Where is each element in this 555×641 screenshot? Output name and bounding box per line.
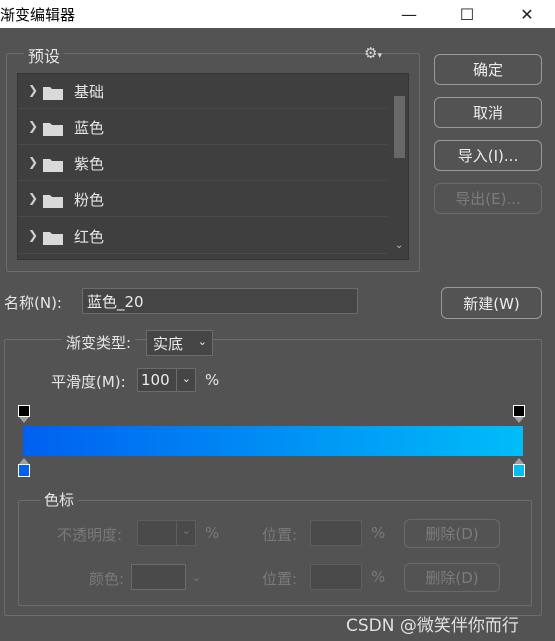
chevron-right-icon[interactable]: ❯ [28, 119, 38, 133]
preset-item-blue[interactable]: ❯ 蓝色 [18, 110, 387, 145]
name-input[interactable]: 蓝色_20 [82, 288, 358, 314]
import-button[interactable]: 导入(I)... [434, 140, 542, 171]
preset-item-label: 紫色 [74, 155, 105, 173]
gear-icon: ⚙ [364, 44, 378, 62]
folder-icon [43, 159, 63, 172]
chevron-down-icon[interactable]: ⌄ [182, 372, 191, 385]
color-position-unit: % [371, 568, 386, 586]
folder-icon [43, 195, 63, 208]
preset-item-pink[interactable]: ❯ 粉色 [18, 182, 387, 217]
smoothness-unit: % [205, 371, 220, 389]
smoothness-label: 平滑度(M): [51, 373, 126, 391]
presets-list: ❯ 基础 ❯ 蓝色 ❯ 紫色 ❯ 粉色 ❯ 红色 ⌄ [17, 73, 409, 260]
gradient-type-select[interactable]: 实底 ⌄ [146, 330, 213, 356]
opacity-unit: % [205, 524, 220, 542]
opacity-label: 不透明度: [57, 526, 123, 544]
close-button[interactable]: ✕ [504, 0, 550, 28]
close-icon: ✕ [520, 4, 534, 24]
export-button: 导出(E)... [434, 183, 542, 214]
color-stop-right[interactable] [513, 464, 525, 477]
window-title: 渐变编辑器 [0, 6, 76, 24]
opacity-stop-right[interactable] [513, 405, 525, 417]
preset-item-label: 粉色 [74, 191, 105, 209]
color-position-label: 位置: [262, 570, 298, 588]
delete-color-stop-button: 删除(D) [404, 563, 500, 592]
chevron-right-icon[interactable]: ❯ [28, 228, 38, 242]
chevron-down-icon: ⌄ [192, 571, 202, 584]
folder-icon [43, 232, 63, 245]
opacity-stop-left[interactable] [18, 405, 30, 417]
color-swatch [131, 564, 186, 590]
color-stop-left[interactable] [18, 464, 30, 477]
chevron-right-icon[interactable]: ❯ [28, 155, 38, 169]
preset-item-purple[interactable]: ❯ 紫色 [18, 146, 387, 181]
watermark: CSDN @微笑伴你而行 [346, 616, 519, 636]
chevron-down-icon: ⌄ [197, 335, 207, 348]
preset-item-label: 基础 [74, 83, 105, 101]
color-label: 颜色: [89, 570, 125, 588]
name-label: 名称(N): [4, 294, 62, 312]
opacity-stop-pointer [19, 417, 29, 423]
minimize-icon: — [401, 4, 417, 24]
gradient-type-label: 渐变类型: [62, 332, 136, 353]
chevron-right-icon[interactable]: ❯ [28, 191, 38, 205]
smoothness-input[interactable]: 100 ⌄ [137, 368, 196, 392]
new-button[interactable]: 新建(W) [441, 287, 542, 319]
color-position-input [310, 564, 362, 590]
chevron-down-icon: ⌄ [181, 524, 191, 537]
scroll-down-icon[interactable]: ⌄ [395, 240, 403, 251]
gradient-type-value: 实底 [153, 334, 184, 353]
opacity-stop-pointer [514, 417, 524, 423]
opacity-position-input [310, 520, 362, 546]
position-unit: % [371, 524, 386, 542]
preset-item-label: 蓝色 [74, 119, 105, 137]
preset-item-red[interactable]: ❯ 红色 [18, 219, 387, 254]
folder-icon [43, 123, 63, 136]
presets-legend: 预设 [24, 43, 65, 67]
minimize-button[interactable]: — [386, 0, 432, 28]
gradient-preview-bar[interactable] [23, 426, 523, 456]
chevron-right-icon[interactable]: ❯ [28, 83, 38, 97]
delete-opacity-stop-button: 删除(D) [404, 519, 500, 548]
presets-gear-button[interactable]: ⚙▾ [364, 44, 382, 62]
ok-button[interactable]: 确定 [434, 54, 542, 85]
position-label: 位置: [262, 526, 298, 544]
scrollbar-thumb[interactable] [394, 96, 405, 158]
folder-icon [43, 87, 63, 100]
smoothness-value: 100 [141, 371, 170, 389]
maximize-button[interactable]: ☐ [444, 0, 490, 28]
presets-scrollbar[interactable]: ⌄ [391, 74, 408, 259]
title-bar: 渐变编辑器 — ☐ ✕ [0, 0, 555, 28]
opacity-input: ⌄ [137, 520, 196, 546]
maximize-icon: ☐ [459, 4, 475, 24]
stops-legend: 色标 [40, 489, 79, 510]
preset-item-basic[interactable]: ❯ 基础 [18, 74, 387, 109]
cancel-button[interactable]: 取消 [434, 97, 542, 128]
preset-item-label: 红色 [74, 228, 105, 246]
